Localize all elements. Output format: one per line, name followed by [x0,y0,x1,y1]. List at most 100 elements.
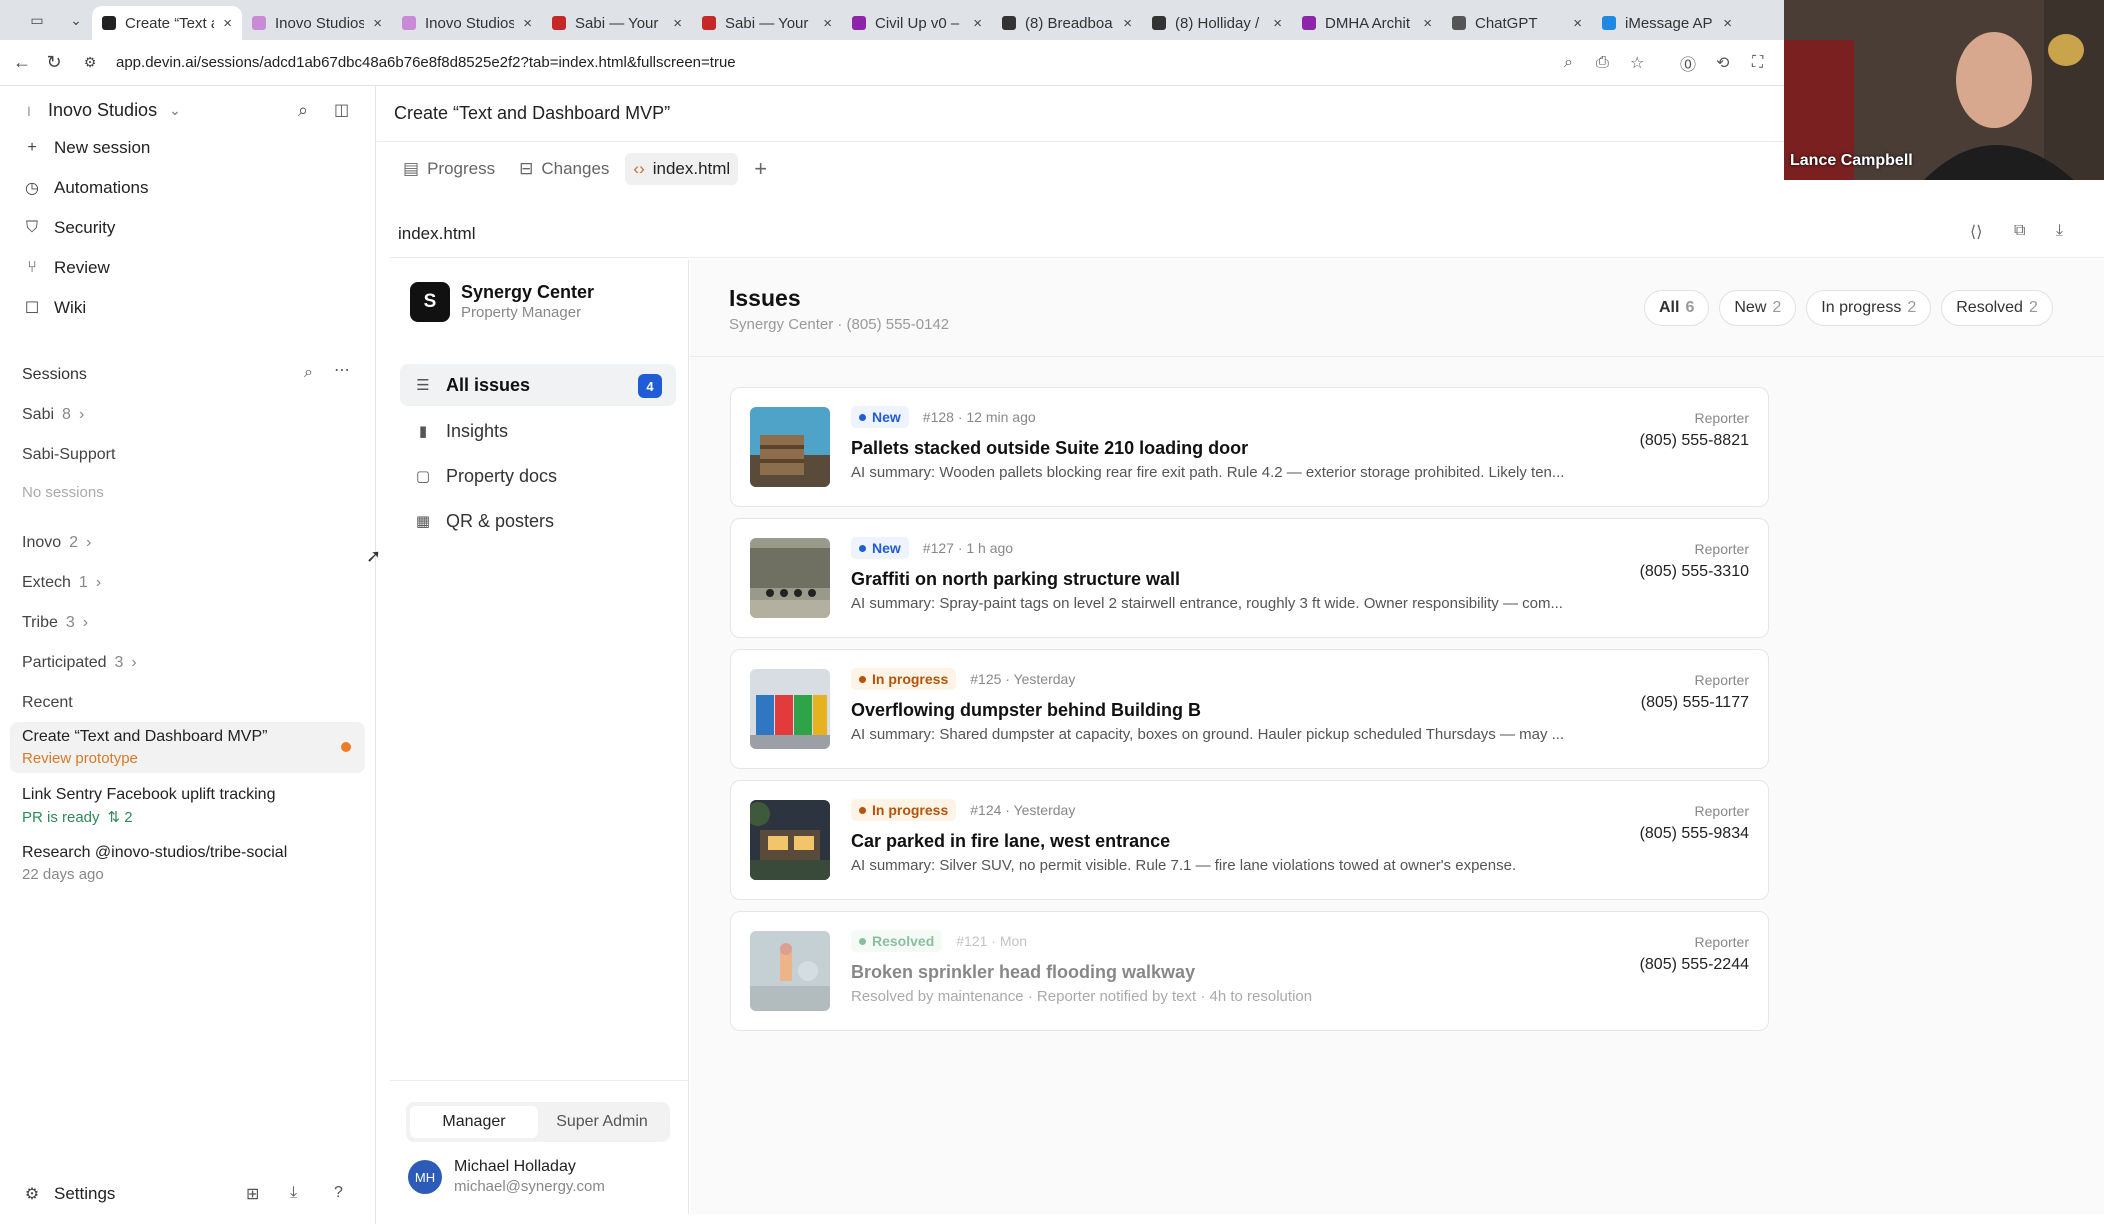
browser-tab[interactable]: Civil Up v0 – × [842,6,992,40]
role-switcher: Manager Super Admin [406,1102,670,1142]
browser-tab[interactable]: (8) Breadboa × [992,6,1142,40]
extensions-icon[interactable]: ⟲ [1716,40,1729,86]
nav-property-docs[interactable]: ▢ Property docs [400,455,676,497]
recent-heading: Recent [22,694,73,711]
sidebar-item-icon: + [27,139,37,156]
close-tab-icon[interactable]: × [823,15,832,32]
more-icon[interactable]: ⋯ [334,360,350,380]
download-file-icon[interactable]: ⤓ [2056,222,2063,240]
screenshot-icon[interactable]: ⛶ [1752,40,1763,86]
browser-tab[interactable]: (8) Holliday / × [1142,6,1292,40]
view-source-icon[interactable]: ⟨⟩ [1970,222,1982,242]
close-tab-icon[interactable]: × [223,15,232,32]
browser-tab[interactable]: iMessage AP × [1592,6,1742,40]
sidebar-item-automations[interactable]: ◷ Automations [22,178,148,198]
filter-all[interactable]: All 6 [1644,290,1710,326]
sidebar-item-label: New session [54,138,151,157]
install-icon[interactable]: ⎙ [1596,40,1609,86]
recent-session[interactable]: Research @inovo-studios/tribe-social 22 d… [10,838,365,889]
close-tab-icon[interactable]: × [523,15,532,32]
page-subtitle: Synergy Center · (805) 555-0142 [729,316,950,333]
browser-tab[interactable]: ChatGPT × [1442,6,1592,40]
browser-tab[interactable]: Inovo Studios × [392,6,542,40]
table-icon[interactable]: ⊞ [246,1184,259,1204]
sidebar-item-new-session[interactable]: + New session [22,138,150,158]
close-tab-icon[interactable]: × [1573,15,1582,32]
issue-title: Car parked in fire lane, west entrance [851,831,1171,851]
recent-session-status: 22 days ago [22,866,353,883]
recent-session[interactable]: Link Sentry Facebook uplift tracking PR i… [10,780,365,832]
sidebar-item-icon: ⛉ [25,219,38,236]
filter-new[interactable]: New 2 [1719,290,1797,326]
tab-progress[interactable]: ▤ Progress [395,153,503,185]
session-group[interactable]: Extech 1 › [22,574,101,592]
issue-summary: Resolved by maintenance · Reporter notif… [851,988,1313,1005]
bookmark-star-icon[interactable]: ☆ [1630,40,1644,86]
sidebar-item-security[interactable]: ⛉ Security [22,218,115,238]
role-manager[interactable]: Manager [410,1106,538,1138]
url-field[interactable]: app.devin.ai/sessions/adcd1ab67dbc48a6b7… [116,54,736,71]
status-dot [859,675,866,683]
tab-search-chevron-icon[interactable]: ⌄ [64,6,88,34]
recent-session[interactable]: Create “Text and Dashboard MVP” Review pr… [10,722,365,773]
workspace-switcher[interactable]: I Inovo Studios ⌄ [22,100,181,121]
nav-label: All issues [446,374,531,395]
browser-tab[interactable]: DMHA Archit × [1292,6,1442,40]
tab-groups-icon[interactable]: ▭ [14,6,60,34]
group-count: 1 [78,574,88,591]
close-tab-icon[interactable]: × [1123,15,1132,32]
sessions-search-icon[interactable]: ⌕ [304,364,313,382]
tab-favicon-icon [852,16,866,30]
filter-in-progress[interactable]: In progress 2 [1806,290,1932,326]
issue-summary: AI summary: Spray-paint tags on level 2 … [851,595,1563,612]
issue-summary: AI summary: Shared dumpster at capacity,… [851,726,1565,743]
back-icon[interactable]: ← [8,52,36,73]
browser-tab[interactable]: Create “Text a × [92,6,242,40]
issue-card[interactable]: New #128 · 12 min ago Pallets stacked outs… [730,387,1769,507]
nav-insights[interactable]: ▮ Insights [400,410,676,452]
help-icon[interactable]: ? [334,1184,343,1202]
issue-card[interactable]: In progress #125 · Yesterday Overflowing d… [730,649,1769,769]
session-group[interactable]: Inovo 2 › [22,534,91,552]
tab-index-html[interactable]: ‹› index.html [625,153,739,185]
nav-icon: ▢ [415,468,431,485]
browser-tab[interactable]: Sabi — Your · × [542,6,692,40]
password-icon[interactable]: ⓪ [1680,40,1696,86]
close-tab-icon[interactable]: × [973,15,982,32]
issue-meta: Resolved #121 · Mon [851,930,1027,952]
issue-card[interactable]: In progress #124 · Yesterday Car parked in… [730,780,1769,900]
browser-tab[interactable]: Sabi — Your · × [692,6,842,40]
zoom-icon[interactable]: ⌕ [1564,40,1573,86]
copy-icon[interactable]: ⧉ [2014,222,2025,240]
close-tab-icon[interactable]: × [1423,15,1432,32]
search-icon[interactable]: ⌕ [298,100,308,121]
issue-card[interactable]: New #127 · 1 h ago Graffiti on north parki… [730,518,1769,638]
session-group[interactable]: Sabi-Support [22,446,131,464]
site-settings-icon[interactable]: ⚙ [76,54,104,71]
divider [390,1080,689,1081]
role-super-admin[interactable]: Super Admin [538,1106,666,1138]
session-group[interactable]: Participated 3 › [22,654,137,672]
close-tab-icon[interactable]: × [1273,15,1282,32]
issue-photo [750,800,830,880]
close-tab-icon[interactable]: × [373,15,382,32]
reload-icon[interactable]: ↻ [40,52,68,73]
tab-changes[interactable]: ⊟ Changes [511,153,617,185]
nav-qr-posters[interactable]: ▦ QR & posters [400,500,676,542]
issue-card[interactable]: Resolved #121 · Mon Broken sprinkler head … [730,911,1769,1031]
sidebar-item-wiki[interactable]: ☐ Wiki [22,298,86,318]
download-icon[interactable]: ⤓ [290,1184,297,1202]
tab-favicon-icon [1602,16,1616,30]
close-tab-icon[interactable]: × [673,15,682,32]
close-tab-icon[interactable]: × [1723,15,1732,32]
sidebar-item-review[interactable]: ⑂ Review [22,258,110,278]
browser-tab[interactable]: Inovo Studios × [242,6,392,40]
nav-all-issues[interactable]: ☰ All issues 4 [400,364,676,406]
collapse-sidebar-icon[interactable]: ◫ [334,100,349,120]
filter-resolved[interactable]: Resolved 2 [1941,290,2053,326]
session-group[interactable]: Sabi 8 › [22,406,84,424]
settings-link[interactable]: ⚙ Settings [22,1184,116,1204]
sidebar-item-icon: ☐ [24,300,40,317]
session-group[interactable]: Tribe 3 › [22,614,88,632]
add-tab-icon[interactable]: + [746,150,775,188]
